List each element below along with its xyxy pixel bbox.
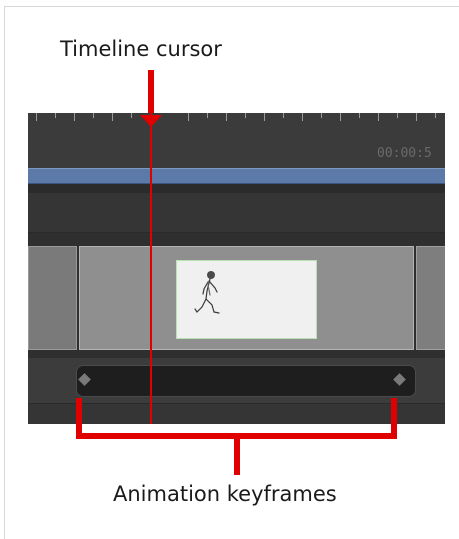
keyframe-end-icon[interactable] bbox=[393, 373, 406, 386]
ruler-tick bbox=[321, 113, 322, 118]
timecode-readout: 00:00:5 bbox=[377, 146, 432, 161]
ruler-tick bbox=[378, 113, 379, 121]
ruler-tick bbox=[93, 113, 94, 118]
ruler-tick bbox=[112, 113, 113, 121]
next-clip[interactable] bbox=[416, 246, 445, 350]
clip-thumbnail bbox=[176, 260, 317, 339]
keyframes-callout-line bbox=[234, 433, 240, 475]
empty-track[interactable] bbox=[28, 193, 445, 233]
selected-clip[interactable] bbox=[79, 246, 414, 350]
timeline-cursor-callout-line bbox=[148, 70, 154, 116]
video-track[interactable] bbox=[28, 233, 445, 358]
timeline-cursor[interactable] bbox=[150, 113, 152, 424]
ruler-tick bbox=[226, 113, 227, 121]
ruler-tick bbox=[131, 113, 132, 118]
ruler-tick bbox=[359, 113, 360, 118]
ruler-tick bbox=[397, 113, 398, 118]
ruler-tick bbox=[435, 113, 436, 118]
ruler-tick bbox=[264, 113, 265, 121]
ruler-tick bbox=[340, 113, 341, 121]
time-ruler[interactable]: 00:00:5 bbox=[28, 113, 445, 168]
timeline-cursor-callout-label: Timeline cursor bbox=[60, 37, 222, 61]
timeline-panel[interactable]: 00:00:5 bbox=[28, 113, 445, 424]
ruler-tick bbox=[36, 113, 37, 121]
ruler-tick bbox=[188, 113, 189, 121]
work-area-bar[interactable] bbox=[28, 168, 445, 184]
animation-keyframes-callout-label: Animation keyframes bbox=[113, 482, 337, 506]
ruler-tick bbox=[416, 113, 417, 121]
ruler-tick bbox=[207, 113, 208, 118]
timeline-cursor-head-icon[interactable] bbox=[140, 115, 162, 127]
ruler-tick bbox=[74, 113, 75, 121]
previous-clip[interactable] bbox=[28, 246, 77, 350]
keyframe-start-icon[interactable] bbox=[78, 373, 91, 386]
bottom-track bbox=[28, 403, 445, 424]
ruler-tick bbox=[302, 113, 303, 121]
keyframe-track[interactable] bbox=[76, 365, 416, 397]
ruler-tick bbox=[245, 113, 246, 118]
ruler-tick bbox=[55, 113, 56, 118]
ruler-tick bbox=[283, 113, 284, 118]
track-separator bbox=[28, 184, 445, 193]
walking-figure-icon bbox=[194, 271, 220, 314]
